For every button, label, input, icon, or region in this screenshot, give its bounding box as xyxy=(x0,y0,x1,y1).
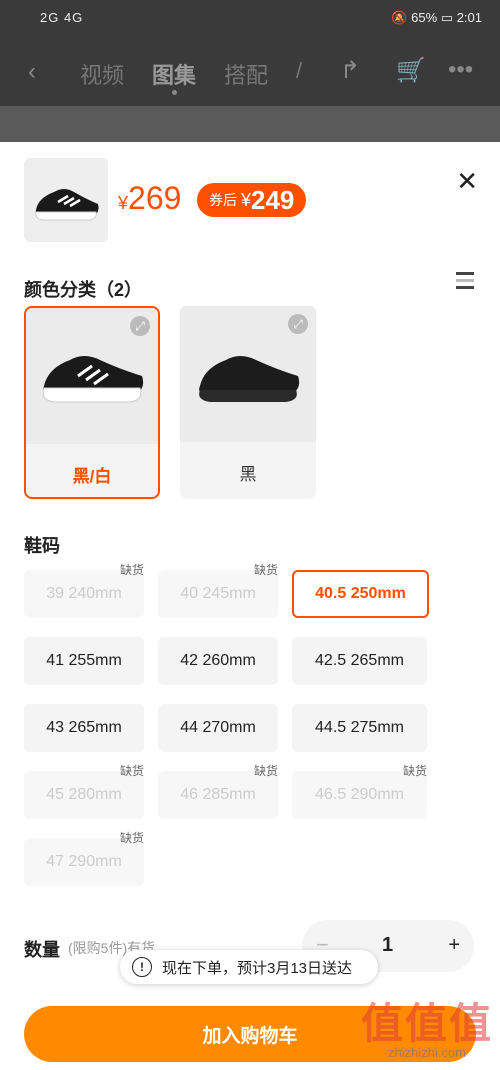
size-option[interactable]: 44.5 275mm xyxy=(292,704,427,752)
status-bar: 2G 4G 🔕 65% ▭ 2:01 xyxy=(0,0,500,38)
watermark: 值值值 zhizhizhi.com xyxy=(352,990,500,1060)
increment-button[interactable]: + xyxy=(448,934,460,957)
clock: 2:01 xyxy=(456,10,482,25)
zoom-icon[interactable]: ⤢ xyxy=(130,316,150,336)
size-section-title: 鞋码 xyxy=(24,536,60,556)
out-of-stock-tag: 缺货 xyxy=(120,831,145,845)
battery-level: 65% xyxy=(411,10,438,25)
color-option-label: 黑 xyxy=(239,465,257,484)
price-value: 269 xyxy=(128,180,182,216)
watermark-logo: 值值值 xyxy=(360,1000,493,1047)
top-nav: ‹ 视频 图集 搭配 / ↱ 🛒 ••• xyxy=(0,38,500,106)
quantity-label: 数量 xyxy=(24,940,60,960)
currency-symbol: ¥ xyxy=(118,193,129,213)
out-of-stock-tag: 缺货 xyxy=(120,764,145,778)
color-option-black[interactable]: ⤢ 黑 xyxy=(180,306,316,499)
status-right: 🔕 65% ▭ 2:01 xyxy=(391,10,482,26)
info-icon: ! xyxy=(132,957,152,977)
dim-overlay xyxy=(0,106,500,142)
color-section-title: 颜色分类（2） xyxy=(24,280,143,300)
mute-icon: 🔕 xyxy=(391,10,408,25)
signal-indicator: 2G 4G xyxy=(40,10,84,25)
tab-video[interactable]: 视频 xyxy=(80,58,124,90)
out-of-stock-tag: 缺货 xyxy=(403,764,428,778)
shoe-image xyxy=(35,189,99,221)
close-icon[interactable]: ✕ xyxy=(456,166,478,197)
coupon-price: 249 xyxy=(251,184,295,215)
coupon-label: 券后 xyxy=(209,192,237,208)
size-option[interactable]: 42.5 265mm xyxy=(292,637,427,685)
zoom-icon[interactable]: ⤢ xyxy=(288,314,308,334)
color-option-black-white[interactable]: ⤢ 黑/白 xyxy=(24,306,160,499)
more-icon[interactable]: ••• xyxy=(448,56,473,84)
size-option[interactable]: 44 270mm xyxy=(158,704,278,752)
battery-icon: ▭ xyxy=(440,10,454,25)
out-of-stock-tag: 缺货 xyxy=(254,563,279,577)
tab-more[interactable]: / xyxy=(296,58,302,84)
delivery-toast: ! 现在下单，预计3月13日送达 xyxy=(120,950,378,984)
list-view-icon[interactable] xyxy=(456,272,474,293)
size-option[interactable]: 41 255mm xyxy=(24,637,144,685)
tab-outfit[interactable]: 搭配 xyxy=(224,58,268,90)
color-option-label: 黑/白 xyxy=(72,467,112,486)
price: ¥269 xyxy=(118,180,181,217)
size-option[interactable]: 42 260mm xyxy=(158,637,278,685)
out-of-stock-tag: 缺货 xyxy=(254,764,279,778)
size-option[interactable]: 43 265mm xyxy=(24,704,144,752)
product-thumbnail[interactable] xyxy=(24,158,108,242)
tab-gallery[interactable]: 图集 xyxy=(152,58,196,90)
out-of-stock-tag: 缺货 xyxy=(120,563,145,577)
active-tab-dot xyxy=(172,90,177,95)
size-option-selected[interactable]: 40.5 250mm xyxy=(292,570,429,618)
coupon-currency: ¥ xyxy=(241,189,252,210)
quantity-value[interactable]: 1 xyxy=(382,934,393,957)
coupon-price-badge: 券后 ¥ 249 xyxy=(197,183,307,217)
share-icon[interactable]: ↱ xyxy=(340,56,360,85)
back-icon[interactable]: ‹ xyxy=(28,58,36,86)
cart-icon[interactable]: 🛒 xyxy=(396,56,426,85)
toast-text: 现在下单，预计3月13日送达 xyxy=(162,959,353,977)
